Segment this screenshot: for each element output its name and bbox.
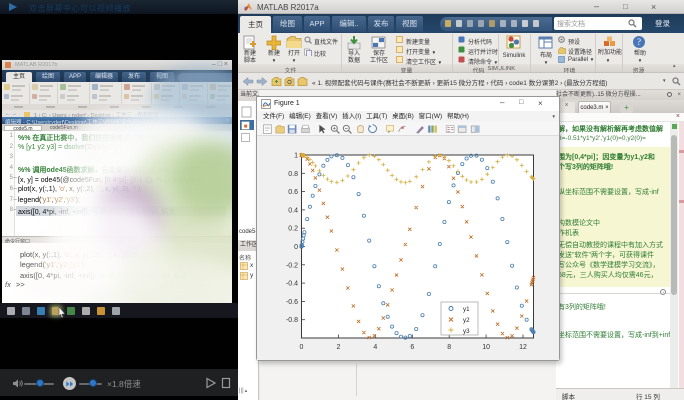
svg-text:■: ■ (244, 124, 248, 130)
svg-text:6: 6 (410, 344, 414, 351)
svg-text:10: 10 (482, 344, 490, 351)
svg-text:2: 2 (336, 344, 340, 351)
svg-text:-0.2: -0.2 (286, 262, 298, 269)
svg-text:4: 4 (373, 344, 377, 351)
svg-text:0: 0 (300, 344, 304, 351)
svg-text:-0.6: -0.6 (286, 299, 298, 306)
svg-text:1: 1 (294, 153, 298, 160)
svg-text:0.8: 0.8 (288, 171, 298, 178)
svg-text:12: 12 (519, 344, 527, 351)
svg-text:0.6: 0.6 (288, 189, 298, 196)
svg-text:8: 8 (447, 344, 451, 351)
svg-text:?: ? (637, 37, 641, 47)
svg-text:0: 0 (294, 244, 298, 251)
svg-text:y2: y2 (463, 317, 470, 324)
svg-text:0.4: 0.4 (288, 207, 298, 214)
svg-text:0.2: 0.2 (288, 226, 298, 233)
svg-text:y1: y1 (463, 306, 470, 313)
svg-text:-0.8: -0.8 (286, 317, 298, 324)
svg-text:-0.4: -0.4 (286, 281, 298, 288)
svg-text:y3: y3 (463, 328, 470, 335)
